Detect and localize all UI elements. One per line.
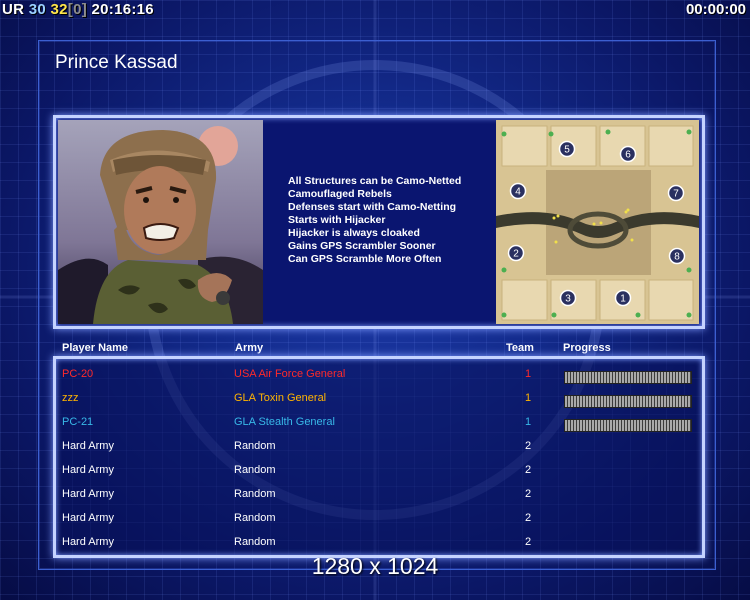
start-position-number: 7 xyxy=(673,189,679,200)
start-position-marker: 5 xyxy=(558,140,576,158)
player-row: zzz GLA Toxin General 1 xyxy=(56,387,702,411)
hud-bracket: [0] xyxy=(67,1,88,18)
hud-prefix: UR xyxy=(2,1,25,18)
map-preview: 1 2 3 4 5 6 7 8 xyxy=(496,120,699,324)
player-name: Hard Army xyxy=(62,536,114,548)
player-team: 2 xyxy=(524,440,532,452)
player-row: PC-20 USA Air Force General 1 xyxy=(56,363,702,387)
player-army: Random xyxy=(234,512,276,524)
hud-timer: 00:00:00 xyxy=(685,1,746,18)
player-team: 1 xyxy=(524,392,532,404)
trait-item: Starts with Hijacker xyxy=(288,214,386,226)
player-army: Random xyxy=(234,464,276,476)
start-position-marker: 3 xyxy=(559,289,577,307)
start-position-number: 4 xyxy=(515,187,521,198)
start-position-number: 6 xyxy=(625,150,631,161)
player-name: PC-21 xyxy=(62,416,94,428)
start-position-number: 8 xyxy=(674,252,680,263)
player-team: 2 xyxy=(524,512,532,524)
start-position-number: 2 xyxy=(513,249,519,260)
player-name: Hard Army xyxy=(62,512,114,524)
player-name: Hard Army xyxy=(62,488,114,500)
player-row: PC-21 GLA Stealth General 1 xyxy=(56,411,702,435)
player-row: Hard Army Random 2 xyxy=(56,507,702,531)
player-team: 2 xyxy=(524,464,532,476)
hud-clock: 20:16:16 xyxy=(91,1,154,18)
general-info-panel: All Structures can be Camo-Netted Camouf… xyxy=(53,115,705,329)
resolution-label: 1280 x 1024 xyxy=(311,553,439,579)
start-position-marker: 7 xyxy=(667,184,685,202)
start-position-marker: 6 xyxy=(619,145,637,163)
start-position-number: 1 xyxy=(620,294,626,305)
player-name: Hard Army xyxy=(62,440,114,452)
player-list: PC-20 USA Air Force General 1 zzz GLA Toxin … xyxy=(53,356,705,558)
general-portrait xyxy=(58,120,263,324)
start-position-marker: 1 xyxy=(614,289,632,307)
player-name: Hard Army xyxy=(62,464,114,476)
trait-item: All Structures can be Camo-Netted xyxy=(288,175,462,187)
start-position-number: 3 xyxy=(565,294,571,305)
trait-item: Hijacker is always cloaked xyxy=(288,227,420,239)
player-army: GLA Stealth General xyxy=(234,416,335,428)
loading-progress-bar xyxy=(564,395,692,408)
player-name: PC-20 xyxy=(62,368,94,380)
player-army: USA Air Force General xyxy=(234,368,346,380)
player-row: Hard Army Random 2 xyxy=(56,483,702,507)
hud-stats: UR 30 32[0] 20:16:16 xyxy=(2,1,154,18)
start-position-number: 5 xyxy=(564,145,570,156)
player-army: GLA Toxin General xyxy=(234,392,327,404)
general-name: Prince Kassad xyxy=(55,52,178,73)
trait-item: Defenses start with Camo-Netting xyxy=(288,201,457,213)
player-army: Random xyxy=(234,536,276,548)
player-team: 1 xyxy=(524,416,532,428)
start-position-marker: 2 xyxy=(507,244,525,262)
player-team: 2 xyxy=(524,488,532,500)
trait-item: Can GPS Scramble More Often xyxy=(288,253,442,265)
player-row: Hard Army Random 2 xyxy=(56,459,702,483)
column-header-player: Player Name xyxy=(62,342,129,354)
column-header-progress: Progress xyxy=(563,342,611,354)
player-row: Hard Army Random 2 xyxy=(56,531,702,555)
loading-progress-bar xyxy=(564,371,692,384)
player-army: Random xyxy=(234,488,276,500)
hud-value-a: 30 xyxy=(28,1,47,18)
trait-item: Camouflaged Rebels xyxy=(288,188,392,200)
player-army: Random xyxy=(234,440,276,452)
column-header-team: Team xyxy=(506,342,534,354)
trait-item: Gains GPS Scrambler Sooner xyxy=(288,240,436,252)
start-position-marker: 4 xyxy=(509,182,527,200)
loading-progress-bar xyxy=(564,419,692,432)
player-name: zzz xyxy=(62,392,79,404)
start-position-marker: 8 xyxy=(668,247,686,265)
column-header-army: Army xyxy=(235,342,264,354)
player-team: 2 xyxy=(524,536,532,548)
general-traits-list: All Structures can be Camo-Netted Camouf… xyxy=(288,175,461,266)
hud-value-b: 32 xyxy=(50,1,68,18)
player-team: 1 xyxy=(524,368,532,380)
player-row: Hard Army Random 2 xyxy=(56,435,702,459)
